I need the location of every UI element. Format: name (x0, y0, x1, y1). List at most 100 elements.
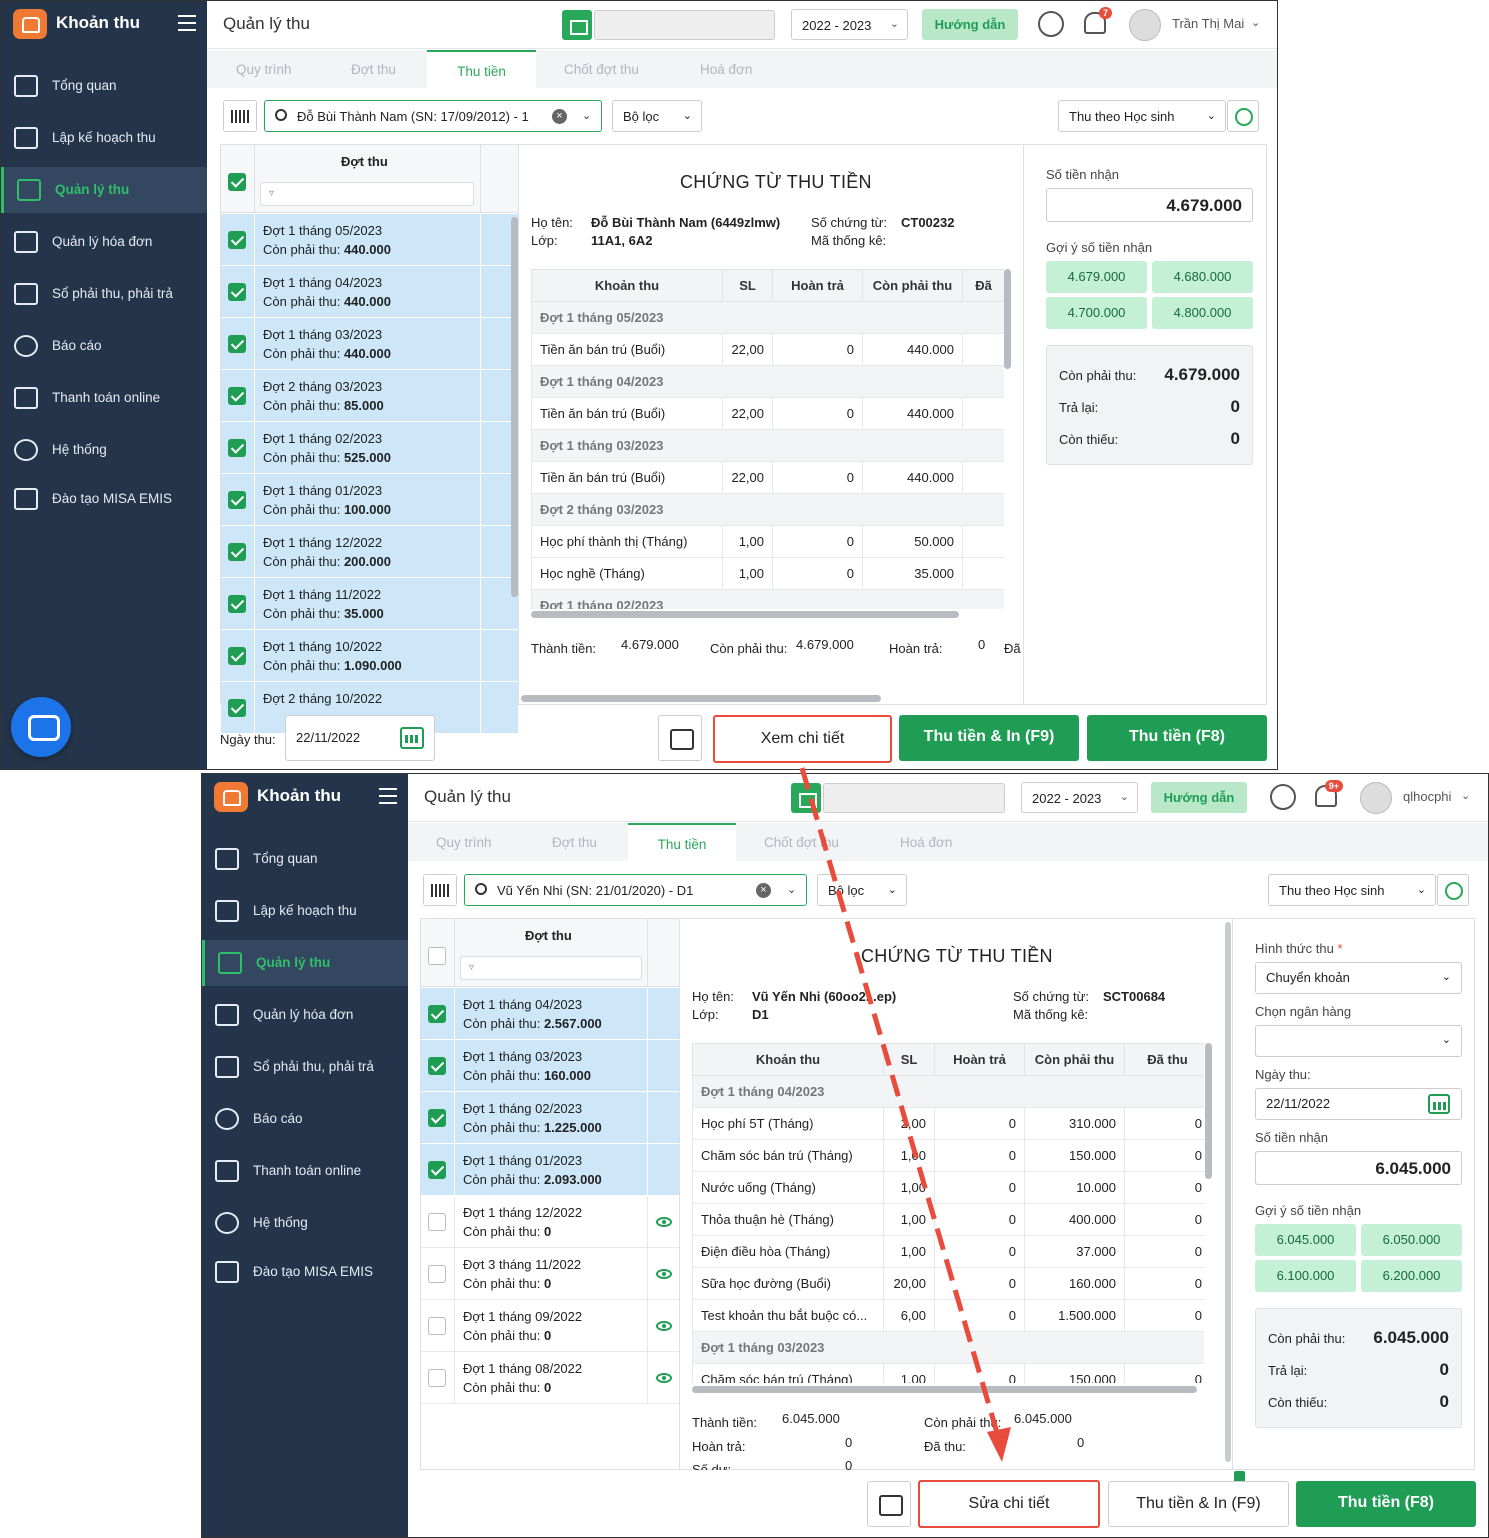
row-checkbox[interactable] (428, 1109, 446, 1127)
scrollbar[interactable] (1225, 922, 1231, 1462)
row-checkbox[interactable] (228, 335, 246, 353)
tab-close-period[interactable]: Chốt đợt thu (764, 835, 839, 850)
list-item[interactable]: Đợt 1 tháng 03/2023 Còn phải thu: 160.000 (421, 1040, 679, 1092)
print-icon[interactable] (867, 1481, 911, 1527)
tab-collection-period[interactable]: Đợt thu (552, 835, 597, 850)
menu-toggle-icon[interactable] (178, 15, 196, 31)
collect-mode-select[interactable]: Thu theo Học sinh ⌄ (1268, 874, 1436, 906)
row-checkbox[interactable] (228, 647, 246, 665)
eye-icon[interactable] (656, 1217, 672, 1227)
list-item[interactable]: Đợt 1 tháng 10/2022 Còn phải thu: 1.090.0… (221, 630, 518, 682)
row-checkbox[interactable] (228, 543, 246, 561)
school-home-icon[interactable] (791, 783, 821, 813)
received-amount-input[interactable]: 6.045.000 (1255, 1151, 1462, 1185)
nav-item-overview[interactable]: Tổng quan (1, 63, 207, 109)
guide-button[interactable]: Hướng dẫn (922, 9, 1018, 40)
filter-icon[interactable]: ▿ (260, 182, 474, 206)
list-item[interactable]: Đợt 1 tháng 09/2022 Còn phải thu: 0 (421, 1300, 679, 1352)
eye-icon[interactable] (656, 1321, 672, 1331)
nav-item-collection[interactable]: Quản lý thu (202, 940, 408, 986)
scrollbar[interactable] (692, 1386, 1197, 1393)
scrollbar[interactable] (521, 695, 881, 702)
nav-item-reports[interactable]: Báo cáo (202, 1096, 408, 1142)
tab-invoices[interactable]: Hoá đơn (900, 835, 952, 850)
tab-process[interactable]: Quy trình (436, 835, 492, 850)
list-item[interactable]: Đợt 1 tháng 02/2023 Còn phải thu: 1.225.0… (421, 1092, 679, 1144)
calendar-icon[interactable] (400, 727, 424, 749)
nav-item-plan[interactable]: Lập kế hoạch thu (202, 888, 408, 934)
select-all-checkbox[interactable] (428, 947, 446, 965)
nav-item-training[interactable]: Đào tạo MISA EMIS (1, 476, 207, 522)
row-checkbox[interactable] (228, 491, 246, 509)
print-icon[interactable] (658, 715, 702, 761)
bank-select[interactable]: ⌄ (1255, 1025, 1462, 1057)
edit-detail-button[interactable]: Sửa chi tiết (918, 1480, 1100, 1528)
row-checkbox[interactable] (228, 595, 246, 613)
suggest-amount-button[interactable]: 4.700.000 (1046, 297, 1147, 329)
row-checkbox[interactable] (428, 1213, 446, 1231)
suggest-amount-button[interactable]: 6.200.000 (1361, 1260, 1462, 1292)
history-clock-icon[interactable] (1227, 100, 1259, 132)
nav-item-online-payment[interactable]: Thanh toán online (202, 1148, 408, 1194)
nav-item-online-payment[interactable]: Thanh toán online (1, 375, 207, 421)
student-search-input[interactable]: Đỗ Bùi Thành Nam (SN: 17/09/2012) - 1 × … (264, 100, 602, 132)
list-item[interactable]: Đợt 1 tháng 04/2023 Còn phải thu: 440.000 (221, 266, 518, 318)
row-checkbox[interactable] (428, 1317, 446, 1335)
student-search-input[interactable]: Vũ Yến Nhi (SN: 21/01/2020) - D1 × ⌄ (464, 874, 807, 906)
payment-method-select[interactable]: Chuyển khoản ⌄ (1255, 962, 1462, 994)
row-checkbox[interactable] (228, 439, 246, 457)
scrollbar[interactable] (1205, 1043, 1212, 1179)
row-checkbox[interactable] (228, 387, 246, 405)
nav-item-ledger[interactable]: Sổ phải thu, phải trả (1, 271, 207, 317)
row-checkbox[interactable] (228, 699, 246, 717)
select-all-checkbox[interactable] (228, 173, 246, 191)
list-item[interactable]: Đợt 1 tháng 04/2023 Còn phải thu: 2.567.0… (421, 988, 679, 1040)
view-detail-button[interactable]: Xem chi tiết (713, 715, 892, 763)
list-item[interactable]: Đợt 1 tháng 12/2022 Còn phải thu: 200.000 (221, 526, 518, 578)
clear-icon[interactable]: × (552, 109, 567, 124)
magic-wand-icon[interactable] (1038, 11, 1064, 37)
list-item[interactable]: Đợt 1 tháng 03/2023 Còn phải thu: 440.000 (221, 318, 518, 370)
list-item[interactable]: Đợt 1 tháng 01/2023 Còn phải thu: 100.000 (221, 474, 518, 526)
school-year-select[interactable]: 2022 - 2023 ⌄ (1021, 782, 1138, 813)
list-item[interactable]: Đợt 1 tháng 05/2023 Còn phải thu: 440.000 (221, 214, 518, 266)
eye-icon[interactable] (656, 1269, 672, 1279)
chevron-down-icon[interactable]: ⌄ (1251, 16, 1260, 29)
list-item[interactable]: Đợt 1 tháng 08/2022 Còn phải thu: 0 (421, 1352, 679, 1404)
nav-item-invoices[interactable]: Quản lý hóa đơn (1, 219, 207, 265)
barcode-icon[interactable] (423, 874, 457, 906)
collect-button[interactable]: Thu tiền (F8) (1296, 1481, 1476, 1527)
row-checkbox[interactable] (428, 1005, 446, 1023)
suggest-amount-button[interactable]: 6.100.000 (1255, 1260, 1356, 1292)
nav-item-system[interactable]: Hệ thống (1, 427, 207, 473)
collect-print-button[interactable]: Thu tiền & In (F9) (1108, 1481, 1289, 1527)
list-item[interactable]: Đợt 1 tháng 12/2022 Còn phải thu: 0 (421, 1196, 679, 1248)
row-checkbox[interactable] (428, 1057, 446, 1075)
list-item[interactable]: Đợt 1 tháng 02/2023 Còn phải thu: 525.000 (221, 422, 518, 474)
nav-item-ledger[interactable]: Sổ phải thu, phải trả (202, 1044, 408, 1090)
school-year-select[interactable]: 2022 - 2023 ⌄ (791, 9, 908, 40)
history-clock-icon[interactable] (1437, 874, 1469, 906)
suggest-amount-button[interactable]: 6.050.000 (1361, 1224, 1462, 1256)
row-checkbox[interactable] (228, 283, 246, 301)
row-checkbox[interactable] (428, 1161, 446, 1179)
filter-dropdown[interactable]: Bộ lọc ⌄ (817, 874, 907, 906)
tab-collect-money[interactable]: Thu tiền (628, 823, 736, 861)
chevron-down-icon[interactable]: ⌄ (1461, 789, 1470, 802)
row-checkbox[interactable] (428, 1369, 446, 1387)
received-amount-input[interactable]: 4.679.000 (1046, 188, 1253, 222)
nav-item-collection[interactable]: Quản lý thu (1, 167, 207, 213)
suggest-amount-button[interactable]: 6.045.000 (1255, 1224, 1356, 1256)
suggest-amount-button[interactable]: 4.679.000 (1046, 261, 1147, 293)
tab-collect-money[interactable]: Thu tiền (427, 50, 536, 88)
bell-icon[interactable]: 9+ (1315, 780, 1343, 807)
nav-item-system[interactable]: Hệ thống (202, 1200, 408, 1246)
school-selector[interactable] (594, 10, 775, 40)
list-item[interactable]: Đợt 2 tháng 03/2023 Còn phải thu: 85.000 (221, 370, 518, 422)
tab-invoices[interactable]: Hoá đơn (700, 62, 752, 77)
bell-icon[interactable]: 7 (1084, 7, 1112, 34)
suggest-amount-button[interactable]: 4.800.000 (1152, 297, 1253, 329)
school-selector[interactable] (823, 783, 1005, 813)
suggest-amount-button[interactable]: 4.680.000 (1152, 261, 1253, 293)
list-item[interactable]: Đợt 1 tháng 01/2023 Còn phải thu: 2.093.0… (421, 1144, 679, 1196)
